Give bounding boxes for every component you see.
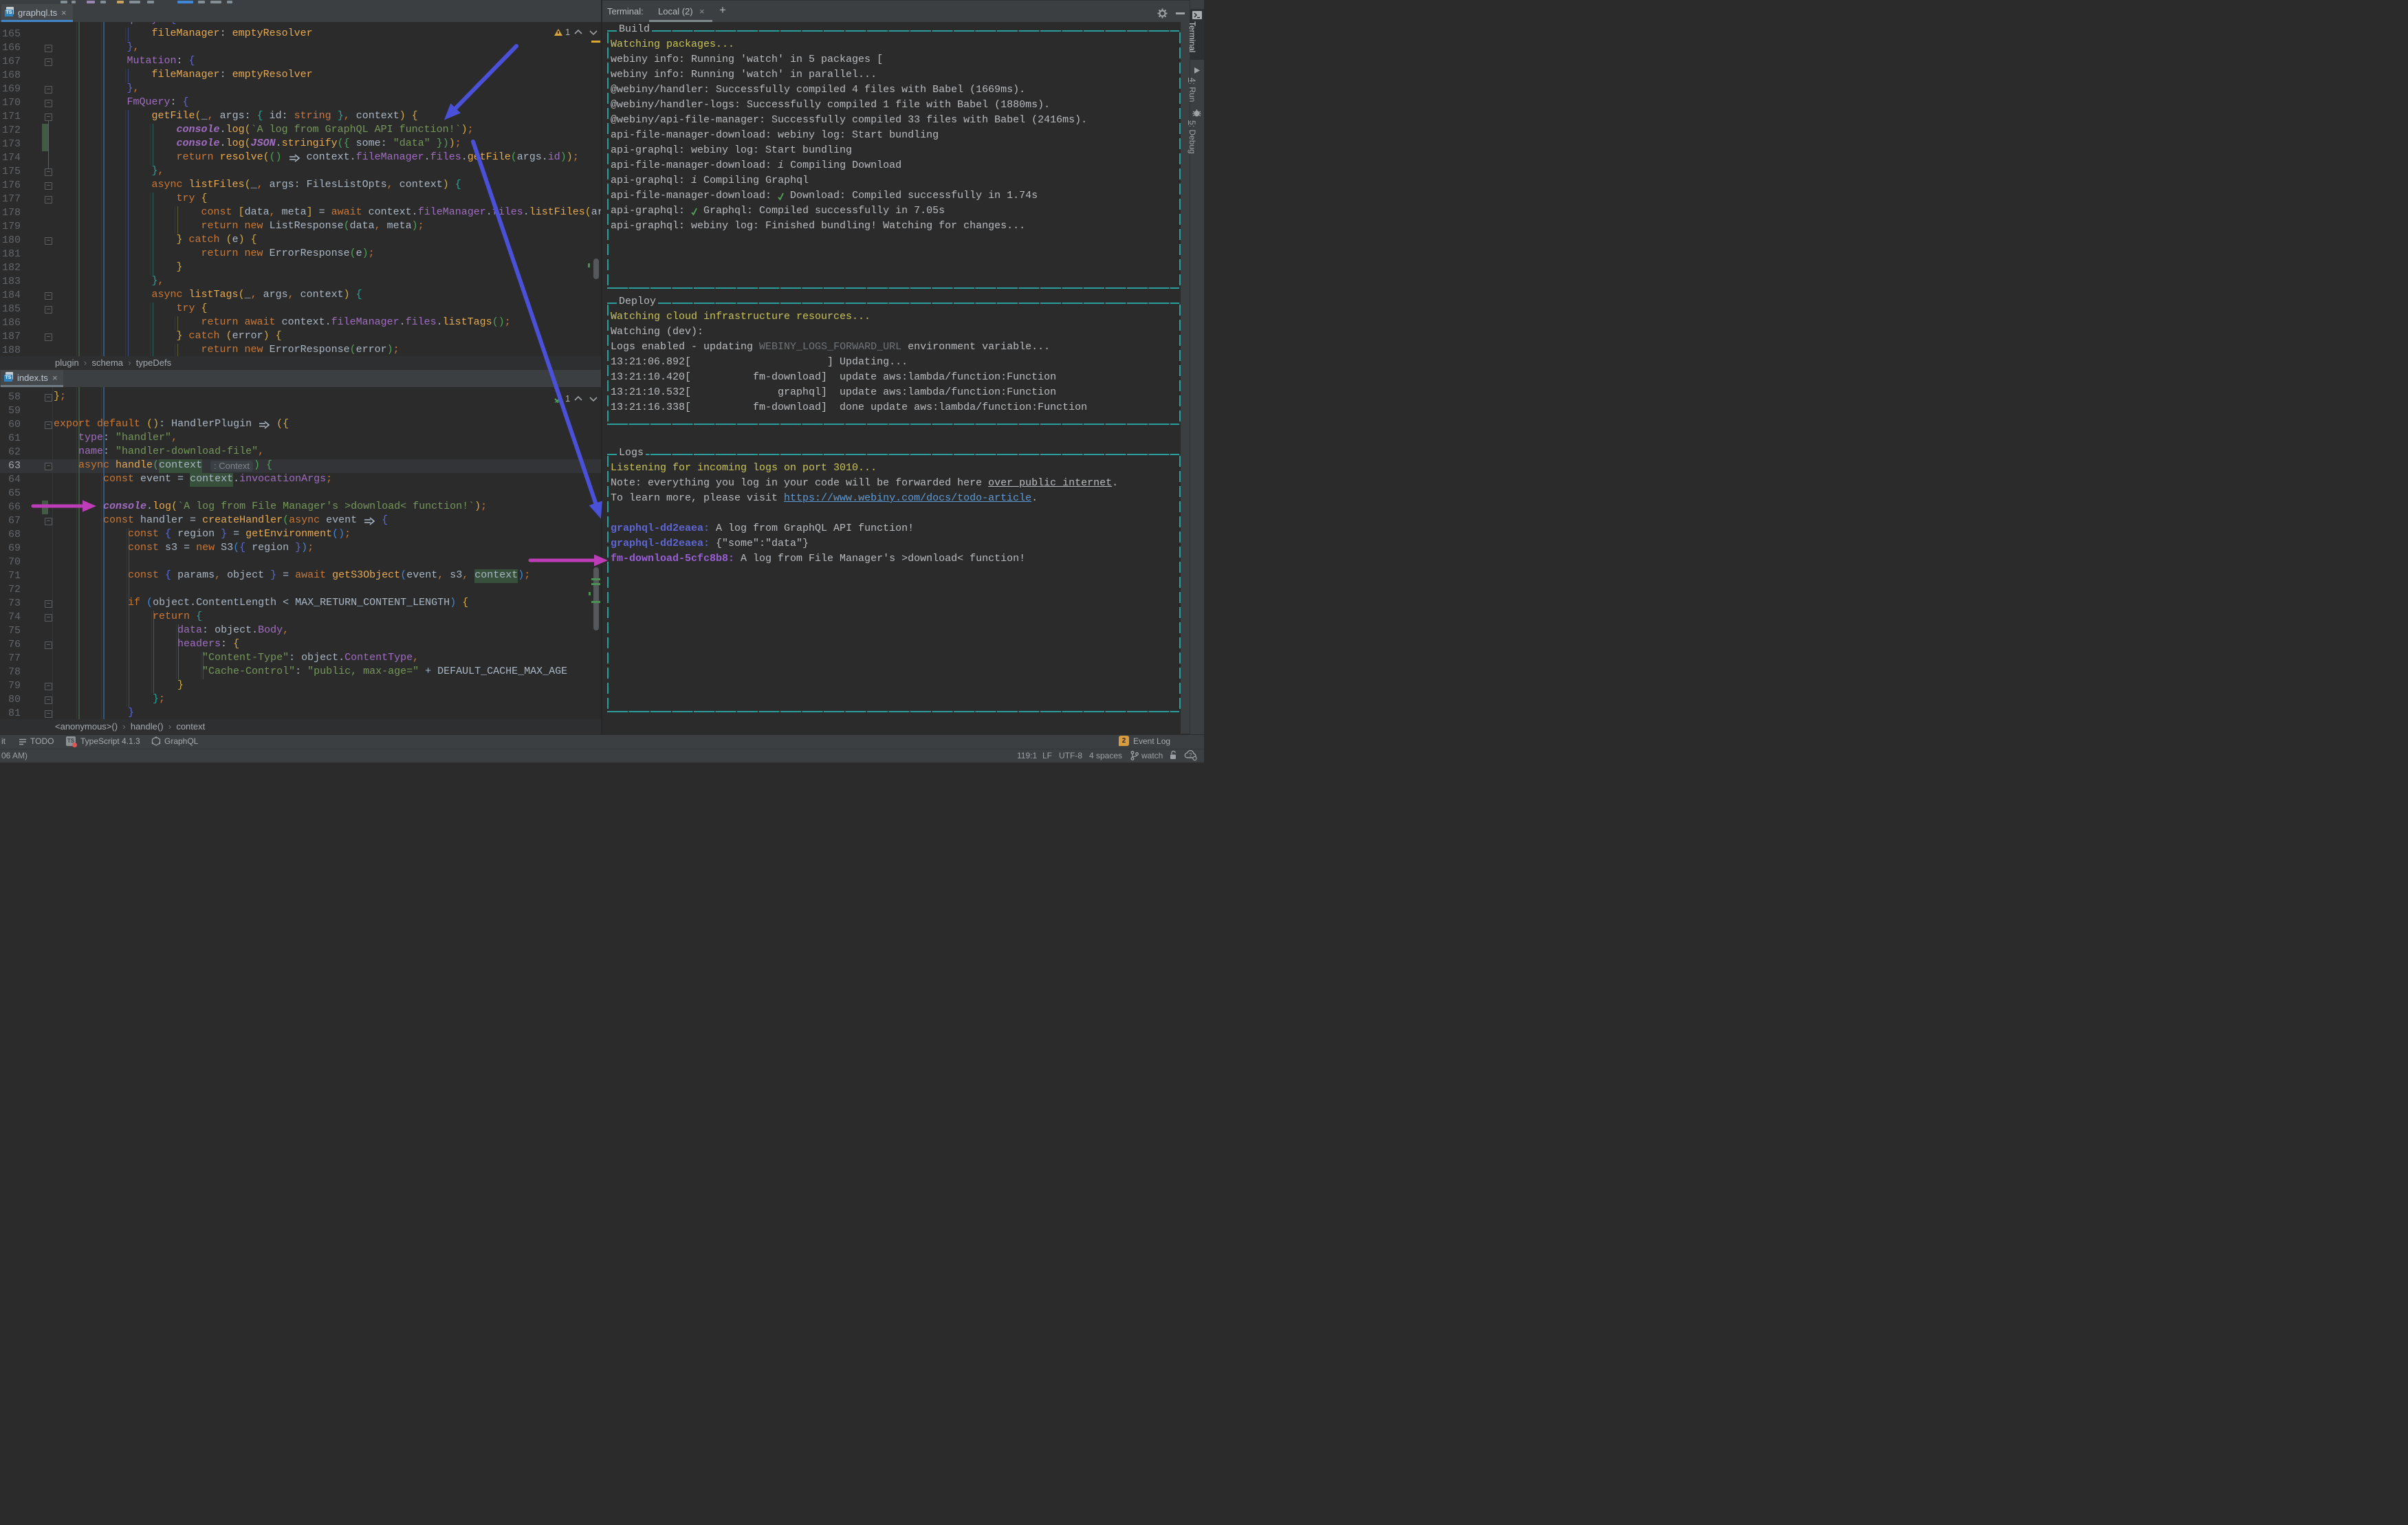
svg-text:?: ?	[1189, 752, 1192, 758]
